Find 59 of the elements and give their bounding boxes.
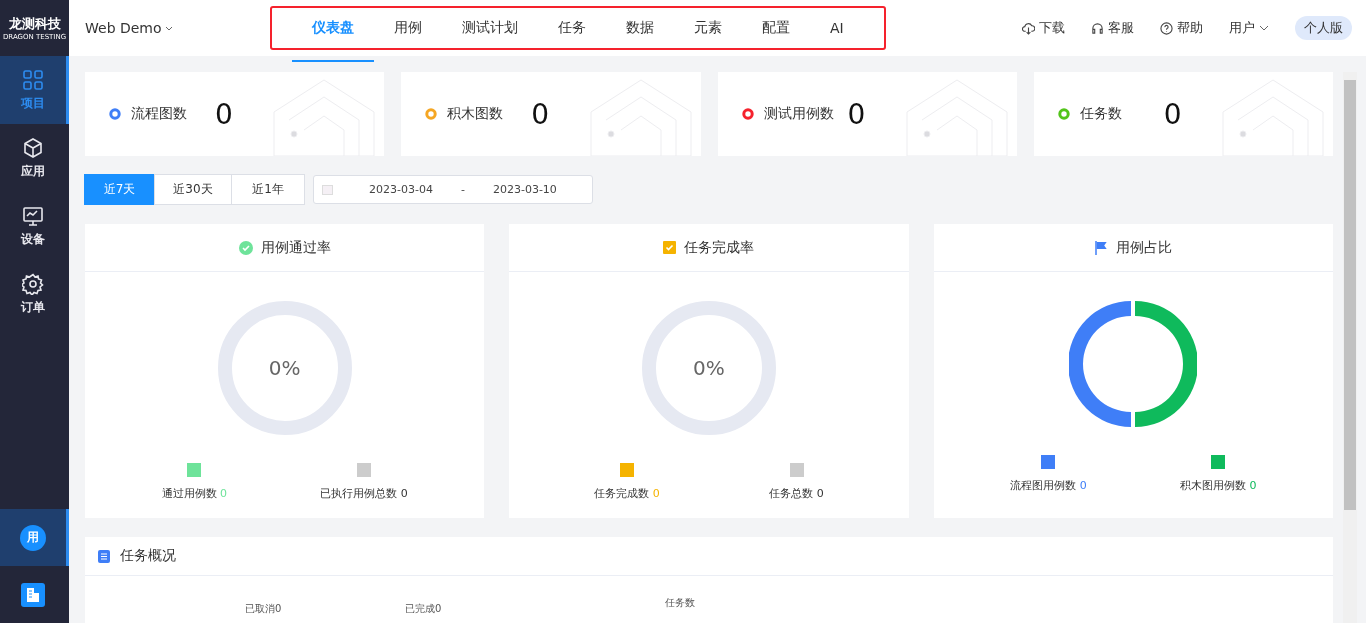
scrollbar[interactable] [1343, 72, 1357, 623]
stat-label: 测试用例数 [763, 105, 835, 123]
nav-tab[interactable]: 用例 [374, 8, 442, 62]
cloud-download-icon [1022, 21, 1035, 35]
rate-text: 0% [693, 356, 725, 380]
chart-label: 已完成0 [405, 602, 443, 616]
range-button[interactable]: 近1年 [231, 174, 305, 205]
legend-label: 流程图用例数 0 [1010, 478, 1087, 493]
stat-value: 0 [215, 97, 233, 131]
check-circle-icon [238, 240, 253, 255]
stat-label: 流程图数 [131, 105, 188, 123]
range-button[interactable]: 近30天 [154, 174, 232, 205]
user-menu[interactable]: 用户 [1229, 19, 1269, 37]
chart-label: 任务数 [665, 596, 696, 610]
flag-icon [1094, 240, 1108, 255]
monitor-icon [22, 204, 44, 227]
grid-icon [22, 68, 44, 91]
help-icon [1160, 21, 1173, 35]
brand-name: 龙测科技 [8, 15, 61, 33]
chart-label: 已取消0 [245, 602, 283, 616]
download-button[interactable]: 下载 [1022, 19, 1065, 37]
card-title: 用例通过率 [260, 238, 331, 257]
legend-label: 积木图用例数 0 [1179, 478, 1257, 493]
stat-value: 0 [1163, 97, 1182, 131]
sidebar-item[interactable]: 应用 [0, 124, 69, 192]
sidebar-item[interactable]: 订单 [0, 260, 69, 328]
checkbox-icon [663, 241, 677, 254]
stat-value: 0 [847, 97, 866, 131]
nav-tab[interactable]: 元素 [674, 8, 742, 62]
calendar-icon [322, 184, 333, 195]
nav-tab[interactable]: AI [810, 8, 864, 62]
stat-label: 任务数 [1079, 105, 1123, 123]
nav-tab[interactable]: 数据 [606, 8, 674, 62]
card-title: 任务概况 [120, 547, 176, 565]
card-title: 任务完成率 [684, 238, 755, 257]
sidebar-item[interactable]: 设备 [0, 192, 69, 260]
legend-label: 任务完成数 0 [594, 486, 660, 501]
edition-badge: 个人版 [1295, 16, 1352, 40]
help-button[interactable]: 帮助 [1160, 19, 1203, 37]
cube-icon [22, 136, 44, 159]
stat-value: 0 [531, 97, 550, 131]
chevron-down-icon [1259, 25, 1269, 31]
legend-label: 通过用例数 0 [161, 486, 228, 501]
list-icon [98, 549, 110, 563]
support-button[interactable]: 客服 [1091, 19, 1134, 37]
nav-tab[interactable]: 测试计划 [442, 8, 538, 62]
stat-label: 积木图数 [447, 105, 505, 123]
headset-icon [1091, 21, 1104, 35]
legend-label: 已执行用例总数 0 [320, 486, 408, 501]
project-selector[interactable]: Web Demo [85, 20, 270, 36]
rate-text: 0% [268, 356, 301, 380]
date-range-field[interactable]: 2023-03-04 - 2023-03-10 [313, 175, 593, 204]
building-icon[interactable] [21, 582, 45, 607]
nav-tab[interactable]: 配置 [742, 8, 810, 62]
settings-icon [22, 272, 44, 295]
nav-tab[interactable]: 任务 [538, 8, 606, 62]
legend-label: 任务总数 0 [769, 486, 824, 501]
chevron-down-icon [164, 25, 173, 31]
card-title: 用例占比 [1115, 238, 1172, 257]
